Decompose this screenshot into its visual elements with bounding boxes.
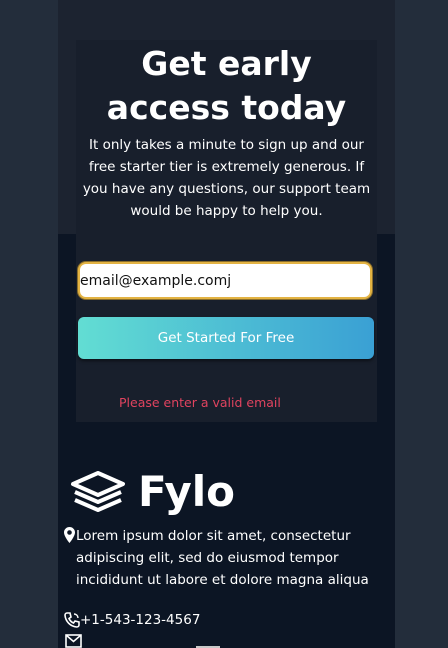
hero-title: Get early access today — [106, 44, 347, 127]
page-gutter-left — [0, 0, 58, 648]
address-text: Lorem ipsum dolor sit amet, consectetur … — [76, 528, 369, 588]
early-access-card: Get early access today It only takes a m… — [76, 40, 377, 422]
footer-phone[interactable]: +1-543-123-4567 — [64, 612, 200, 628]
get-started-button[interactable]: Get Started For Free — [78, 317, 374, 359]
hero-description: It only takes a minute to sign up and ou… — [82, 137, 371, 219]
page-container: Get early access today It only takes a m… — [58, 0, 395, 648]
mail-icon — [65, 634, 82, 648]
phone-icon — [64, 612, 80, 628]
fylo-logo-icon — [71, 471, 125, 512]
location-pin-icon — [64, 527, 75, 543]
footer-logo[interactable]: Fylo — [70, 467, 235, 517]
brand-name: Fylo — [138, 467, 236, 516]
phone-number: +1-543-123-4567 — [80, 612, 201, 628]
footer-address: Lorem ipsum dolor sit amet, consectetur … — [64, 525, 394, 591]
email-input[interactable] — [78, 262, 372, 299]
page-gutter-right — [395, 0, 448, 648]
email-error-message: Please enter a valid email — [119, 395, 281, 410]
